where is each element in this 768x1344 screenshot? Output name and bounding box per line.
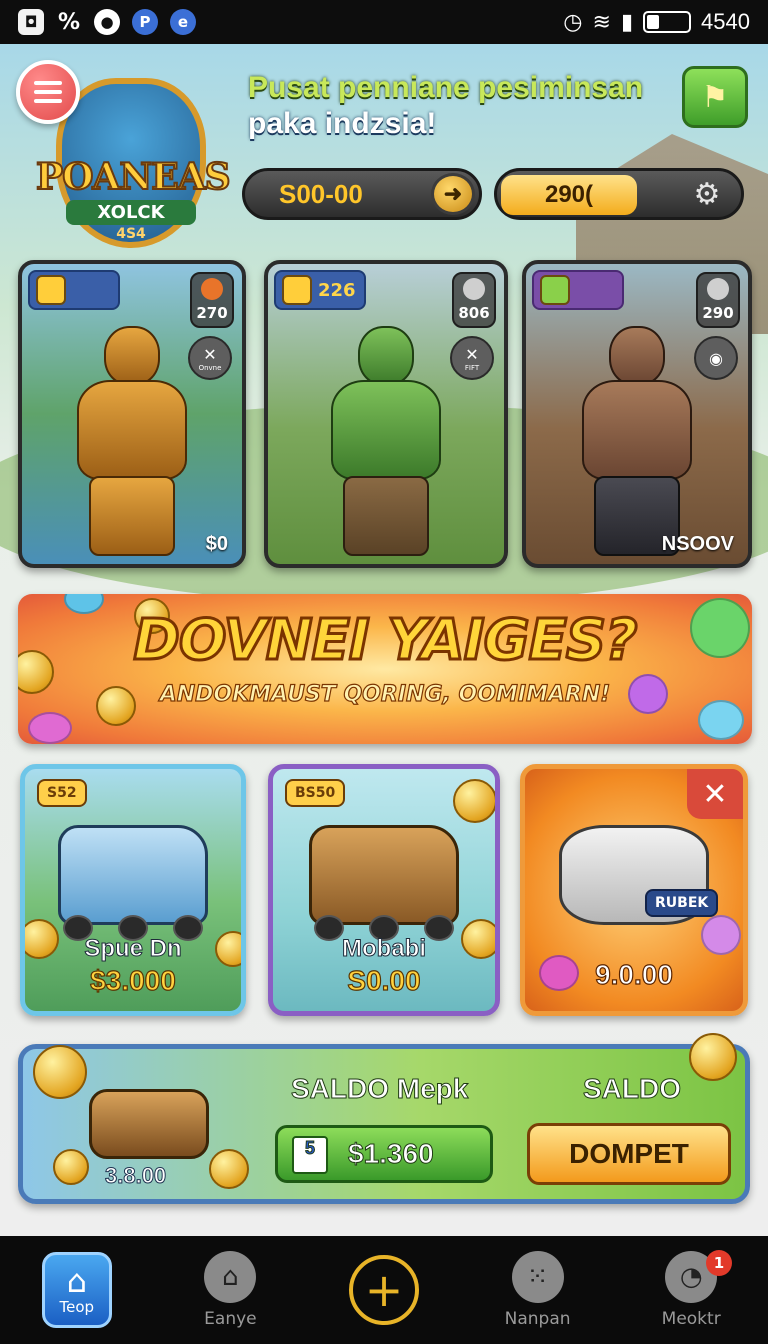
saldo-vehicle [89, 1089, 209, 1159]
status-left-icons: ◘ % ● P e [18, 9, 196, 35]
percent-icon: % [57, 9, 81, 35]
weapon-icon [36, 275, 66, 305]
item-price: S0.00 [347, 964, 421, 996]
hero-card[interactable]: 226 806 ✕ FIFT [264, 260, 508, 568]
plant-icon [540, 275, 570, 305]
nav-label: Nanpan [504, 1309, 571, 1329]
headline-line1: Pusat penniane pesiminsan [248, 71, 644, 104]
tank-vehicle [58, 825, 208, 925]
hero-tag: 226 [274, 270, 366, 310]
nav-label: Teop [59, 1298, 95, 1316]
skull-icon [463, 278, 485, 300]
hero-count: 270 [190, 272, 234, 328]
document-icon: 5 [292, 1136, 328, 1174]
balance-right[interactable]: 290( ⚙ [494, 168, 744, 220]
shield-icon: ⌂ [204, 1251, 257, 1303]
flag-button[interactable]: ⚑ [682, 66, 748, 128]
gem-icon [701, 915, 741, 955]
coin-icon [209, 1149, 249, 1189]
coin-icon [53, 1149, 89, 1185]
wifi-icon: ≋ [592, 9, 611, 34]
hero-tag [28, 270, 120, 310]
hero-count: 806 [452, 272, 496, 328]
hero-figure [311, 326, 461, 556]
plus-icon: + [348, 1255, 419, 1325]
battery-icon [643, 11, 692, 33]
banner-subtitle: ANDOKMAUST QORING, OOMIMARN! [159, 681, 611, 707]
scroll-icon [282, 275, 312, 305]
egg-icon [201, 278, 223, 300]
balance-right-value: 290( [501, 175, 637, 215]
shop-item-card[interactable]: ✕ RUBEK 9.0.00 [520, 764, 748, 1016]
logo-title: POANEAS [35, 155, 232, 199]
nav-item-home[interactable]: ⌂ Teop [0, 1236, 154, 1344]
media-icon: ● [94, 9, 120, 35]
saldo-title: SALDO Mepk [290, 1073, 469, 1105]
skull-icon [707, 278, 729, 300]
p-icon: P [132, 9, 158, 35]
notification-badge: 1 [705, 1250, 732, 1276]
alarm-icon: ◷ [563, 9, 583, 34]
flag-icon: ⚑ [701, 79, 729, 115]
home-icon: ⌂ [66, 1262, 87, 1300]
item-tag: S52 [37, 779, 87, 807]
machine-vehicle [309, 825, 459, 925]
dots-grid-icon: ⁙ [511, 1251, 564, 1303]
hero-count: 290 [696, 272, 740, 328]
gem-icon [28, 712, 72, 744]
shop-item-card[interactable]: BS50 Mobabi S0.00 [268, 764, 500, 1016]
shop-item-card[interactable]: S52 Spue Dn $3.000 [20, 764, 246, 1016]
menu-button[interactable] [16, 60, 80, 124]
saldo-right-title: SALDO [583, 1073, 682, 1105]
balance-left-value: S00-00 [279, 178, 363, 209]
browser-icon: e [170, 9, 196, 35]
coin-icon [689, 1033, 737, 1081]
headline: Pusat penniane pesiminsan paka indzsia! [248, 70, 668, 142]
nav-item-nanpan[interactable]: ⁙ Nanpan [461, 1236, 615, 1344]
wallet-button[interactable]: DOMPET [527, 1123, 731, 1185]
game-screen: POANEAS XOLCK 4S4 Pusat penniane pesimin… [0, 44, 768, 1236]
nav-item-meoktr[interactable]: ◔ Meoktr 1 [614, 1236, 768, 1344]
hero-figure [562, 326, 712, 556]
saldo-amount: $1.360 [348, 1138, 435, 1170]
hero-price: $0 [205, 533, 228, 555]
hero-price: NSOOV [661, 533, 734, 555]
saldo-left-value: 3.8.00 [104, 1163, 167, 1189]
item-tag: RUBEK [645, 889, 719, 917]
item-tag: BS50 [285, 779, 346, 807]
nav-label: Meoktr [661, 1309, 721, 1329]
logo-subtitle: XOLCK [66, 200, 196, 225]
close-icon[interactable]: ✕ [687, 769, 743, 819]
nav-item-add[interactable]: + [307, 1236, 461, 1344]
hero-tag [532, 270, 624, 310]
headline-line2: paka indzsia! [248, 107, 437, 140]
item-price: 9.0.00 [594, 958, 673, 990]
status-time: 4540 [701, 9, 750, 34]
item-name: Spue Dn [84, 935, 182, 963]
next-arrow-icon[interactable]: ➜ [431, 173, 475, 215]
coin-icon [453, 779, 495, 823]
bottom-nav: ⌂ Teop ⌂ Eanye + ⁙ Nanpan ◔ Meoktr 1 [0, 1236, 768, 1344]
nav-item-eanye[interactable]: ⌂ Eanye [154, 1236, 308, 1344]
saldo-panel: 3.8.00 SALDO Mepk 5 $1.360 SALDO DOMPET [18, 1033, 750, 1204]
logo-number: 4S4 [116, 226, 146, 242]
item-price: $3.000 [90, 964, 177, 996]
app-icon: ◘ [18, 9, 44, 35]
settings-gear-icon[interactable]: ⚙ [687, 177, 727, 213]
hero-card[interactable]: 290 ◉ NSOOV [522, 260, 752, 568]
status-bar: ◘ % ● P e ◷ ≋ ▮ 4540 [0, 0, 768, 44]
nav-label: Eanye [204, 1309, 257, 1329]
status-right: ◷ ≋ ▮ 4540 [563, 9, 750, 35]
balance-left[interactable]: S00-00 ➜ [242, 168, 482, 220]
hero-card[interactable]: 270 ✕ Onvne $0 [18, 260, 246, 568]
promo-banner[interactable]: DOVNEI YAIGES? ANDOKMAUST QORING, OOMIMA… [18, 594, 752, 744]
saldo-amount-button[interactable]: 5 $1.360 [275, 1125, 493, 1183]
hero-figure [57, 326, 207, 556]
hamburger-icon [34, 81, 62, 85]
banner-title: DOVNEI YAIGES? [132, 607, 639, 675]
item-name: Mobabi [342, 935, 427, 963]
coin-icon [33, 1045, 87, 1099]
signal-icon: ▮ [620, 9, 634, 34]
